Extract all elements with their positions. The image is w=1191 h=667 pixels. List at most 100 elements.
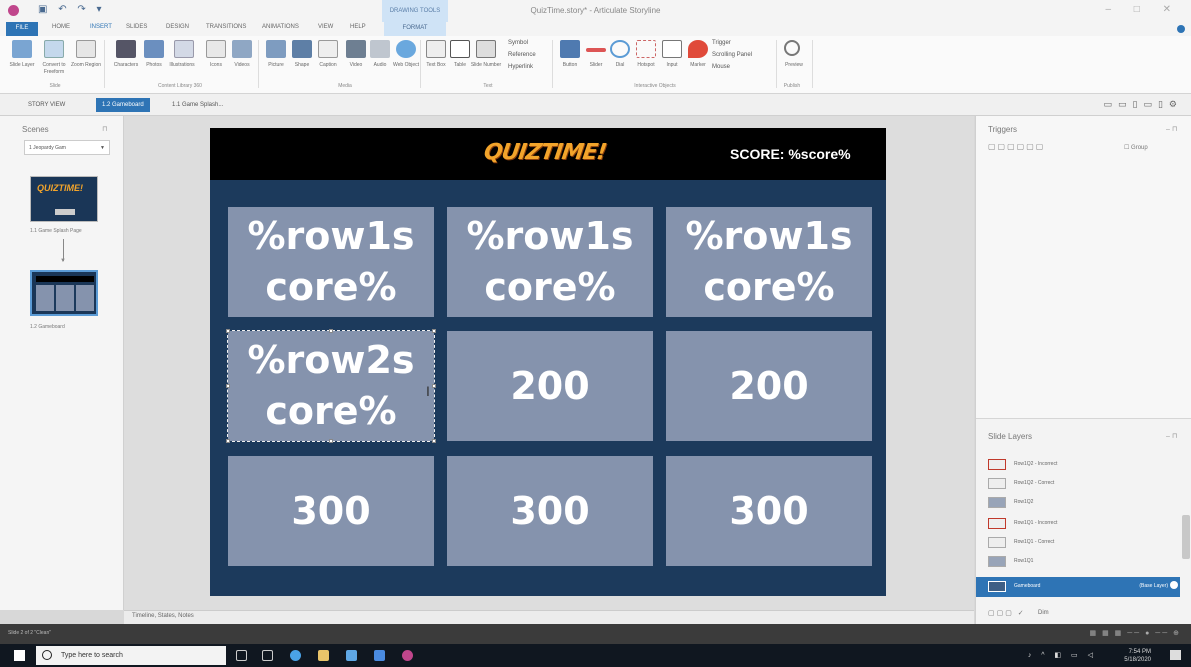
tile-r1c1[interactable]: %row1s core% [228, 207, 434, 317]
group-checkbox[interactable]: ☐ Group [1124, 144, 1148, 151]
pin-icon[interactable]: – ⊓ [1166, 432, 1177, 440]
input-icon[interactable] [662, 40, 682, 58]
scene-dropdown[interactable]: 1 Jeopardy Gam ▼ [24, 140, 110, 155]
zoom-region-button[interactable]: Zoom Region [68, 62, 104, 69]
resize-handle[interactable] [226, 329, 230, 333]
resize-handle[interactable] [329, 439, 333, 443]
tile-r2c2[interactable]: 200 [447, 331, 653, 441]
scene-thumb-splash[interactable]: QUIZTIME! [30, 176, 98, 222]
zoom-region-icon[interactable] [76, 40, 96, 58]
table-icon[interactable] [450, 40, 470, 58]
tile-r3c1[interactable]: 300 [228, 456, 434, 566]
taskbar-search[interactable]: Type here to search [36, 646, 226, 665]
device-preview-icons[interactable]: ▭▭▯▭▯⚙ [1104, 99, 1183, 110]
scrolling-panel-command[interactable]: Scrolling Panel [712, 52, 752, 58]
tab-animations[interactable]: ANIMATIONS [262, 24, 299, 30]
tab-format[interactable]: FORMAT [384, 22, 446, 36]
slide-layer-button[interactable]: Slide Layer [4, 62, 40, 69]
scene-thumb-gameboard[interactable] [30, 270, 98, 316]
story-view-tab[interactable]: STORY VIEW [22, 98, 71, 112]
resize-handle[interactable] [226, 384, 230, 388]
layer-item[interactable]: Row1Q2 - Correct [988, 474, 1168, 492]
convert-freeform-button[interactable]: Convert to Freeform [36, 62, 72, 76]
timeline-bar[interactable]: Timeline, States, Notes [124, 610, 974, 624]
resize-handle[interactable] [432, 439, 436, 443]
layer-item[interactable]: Row1Q1 [988, 552, 1168, 570]
marker-icon[interactable] [688, 40, 708, 58]
hotspot-icon[interactable] [636, 40, 656, 58]
videos-icon[interactable] [232, 40, 252, 58]
browser-icon[interactable] [290, 650, 301, 661]
microphone-icon[interactable] [236, 650, 247, 661]
web-object-icon[interactable] [396, 40, 416, 58]
quiztime-logo[interactable]: QUIZTIME! [482, 140, 607, 165]
task-view-icon[interactable] [262, 650, 273, 661]
video-icon[interactable] [346, 40, 366, 58]
clock[interactable]: 7:54 PM 5/18/2020 [1124, 648, 1151, 664]
text-box-icon[interactable] [426, 40, 446, 58]
timeline-label[interactable]: Timeline, States, Notes [132, 613, 194, 619]
score-text[interactable]: SCORE: %score% [730, 146, 851, 162]
layer-item[interactable]: Row1Q2 [988, 493, 1168, 511]
resize-handle[interactable] [226, 439, 230, 443]
button-icon[interactable] [560, 40, 580, 58]
preview-icon[interactable] [784, 40, 800, 56]
slide-number-button[interactable]: Slide Number [468, 62, 504, 69]
tab-game-splash[interactable]: 1.1 Game Splash... [166, 98, 229, 112]
resize-handle[interactable] [432, 329, 436, 333]
layers-scrollbar[interactable] [1182, 515, 1190, 559]
mail-icon[interactable] [374, 650, 385, 661]
tile-r2c1[interactable]: %row2s core% [227, 330, 435, 442]
slide[interactable]: QUIZTIME! SCORE: %score% %row1s core% %r… [210, 128, 886, 596]
illustrations-button[interactable]: Illustrations [164, 62, 200, 69]
shape-icon[interactable] [292, 40, 312, 58]
storyline-app-icon[interactable] [402, 650, 413, 661]
file-explorer-icon[interactable] [318, 650, 329, 661]
tile-r2c3[interactable]: 200 [666, 331, 872, 441]
convert-freeform-icon[interactable] [44, 40, 64, 58]
tab-home[interactable]: HOME [52, 24, 70, 30]
tile-r3c3[interactable]: 300 [666, 456, 872, 566]
tile-r3c2[interactable]: 300 [447, 456, 653, 566]
eye-icon[interactable] [1170, 581, 1178, 589]
tile-r1c3[interactable]: %row1s core% [666, 207, 872, 317]
resize-handle[interactable] [329, 329, 333, 333]
layer-item[interactable]: Row1Q1 - Incorrect [988, 514, 1168, 532]
tab-gameboard[interactable]: 1.2 Gameboard [96, 98, 150, 112]
hyperlink-command[interactable]: Hyperlink [508, 64, 533, 70]
slide-layer-icon[interactable] [12, 40, 32, 58]
tile-r1c2[interactable]: %row1s core% [447, 207, 653, 317]
tab-transitions[interactable]: TRANSITIONS [206, 24, 246, 30]
audio-icon[interactable] [370, 40, 390, 58]
store-icon[interactable] [346, 650, 357, 661]
characters-icon[interactable] [116, 40, 136, 58]
dial-icon[interactable] [610, 40, 630, 58]
marker-button[interactable]: Marker [680, 62, 716, 69]
resize-handle[interactable] [432, 384, 436, 388]
preview-button[interactable]: Preview [776, 62, 812, 69]
window-controls[interactable]: – □ ✕ [1105, 4, 1181, 15]
base-layer-item[interactable]: Gameboard (Base Layer) [976, 577, 1180, 597]
tab-slides[interactable]: SLIDES [126, 24, 147, 30]
mouse-command[interactable]: Mouse [712, 64, 730, 70]
videos-button[interactable]: Videos [224, 62, 260, 69]
tab-design[interactable]: DESIGN [166, 24, 189, 30]
tab-view[interactable]: VIEW [318, 24, 333, 30]
icons-icon[interactable] [206, 40, 226, 58]
windows-start-icon[interactable] [14, 650, 25, 661]
pin-icon[interactable]: ⊓ [102, 125, 107, 133]
triggers-toolbar[interactable]: ▢▢▢▢▢▢ [988, 142, 1045, 151]
symbol-command[interactable]: Symbol [508, 40, 528, 46]
slide-number-icon[interactable] [476, 40, 496, 58]
pin-icon[interactable]: – ⊓ [1166, 125, 1177, 133]
tab-help[interactable]: HELP [350, 24, 366, 30]
picture-icon[interactable] [266, 40, 286, 58]
system-tray-icons[interactable]: ♪ ^ ◧ ▭ ◁ [1028, 651, 1097, 659]
layer-item[interactable]: Row1Q2 - Incorrect [988, 455, 1168, 473]
layers-toolbar[interactable]: ▢▢▢ ✓ [988, 609, 1026, 617]
notifications-icon[interactable] [1170, 650, 1181, 660]
illustrations-icon[interactable] [174, 40, 194, 58]
layer-item[interactable]: Row1Q1 - Correct [988, 533, 1168, 551]
slider-icon[interactable] [586, 48, 606, 52]
tab-insert[interactable]: INSERT [90, 24, 112, 30]
